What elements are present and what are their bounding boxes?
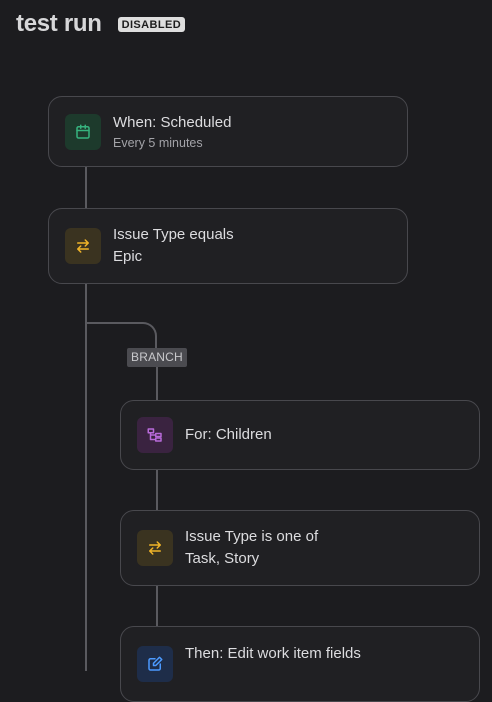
- branch-title: For: Children: [185, 426, 272, 443]
- connector-line: [156, 585, 158, 627]
- connector-line: [156, 469, 158, 511]
- calendar-icon: [65, 113, 101, 150]
- page-header: test run DISABLED: [16, 10, 186, 38]
- branch-label: BRANCH: [127, 348, 187, 367]
- edit-icon: [137, 646, 173, 682]
- condition-text: Issue Type equals Epic: [113, 224, 234, 268]
- trigger-text: When: Scheduled Every 5 minutes: [113, 112, 231, 152]
- condition-title: Issue Type equals: [113, 226, 234, 243]
- condition-value: Epic: [113, 248, 143, 265]
- condition-card[interactable]: Issue Type equals Epic: [48, 208, 408, 284]
- connector-line: [156, 366, 158, 401]
- hierarchy-icon: [137, 417, 173, 453]
- page-title: test run: [16, 10, 102, 37]
- action-text: Then: Edit work item fields: [185, 643, 361, 665]
- trigger-title: When: Scheduled: [113, 113, 232, 131]
- condition-title: Issue Type is one of: [185, 528, 319, 545]
- status-badge: DISABLED: [117, 16, 186, 32]
- branch-card[interactable]: For: Children: [120, 400, 480, 470]
- connector-line: [85, 167, 87, 209]
- swap-arrows-icon: [65, 228, 101, 264]
- action-title: Then: Edit work item fields: [185, 645, 361, 662]
- branch-text: For: Children: [185, 424, 272, 446]
- condition-value: Task, Story: [185, 550, 260, 567]
- swap-arrows-icon: [137, 530, 173, 566]
- condition-text: Issue Type is one of Task, Story: [185, 526, 318, 570]
- action-card[interactable]: Then: Edit work item fields: [120, 626, 480, 702]
- condition-card[interactable]: Issue Type is one of Task, Story: [120, 510, 480, 586]
- trigger-subtitle: Every 5 minutes: [113, 135, 203, 150]
- trigger-card[interactable]: When: Scheduled Every 5 minutes: [48, 96, 408, 167]
